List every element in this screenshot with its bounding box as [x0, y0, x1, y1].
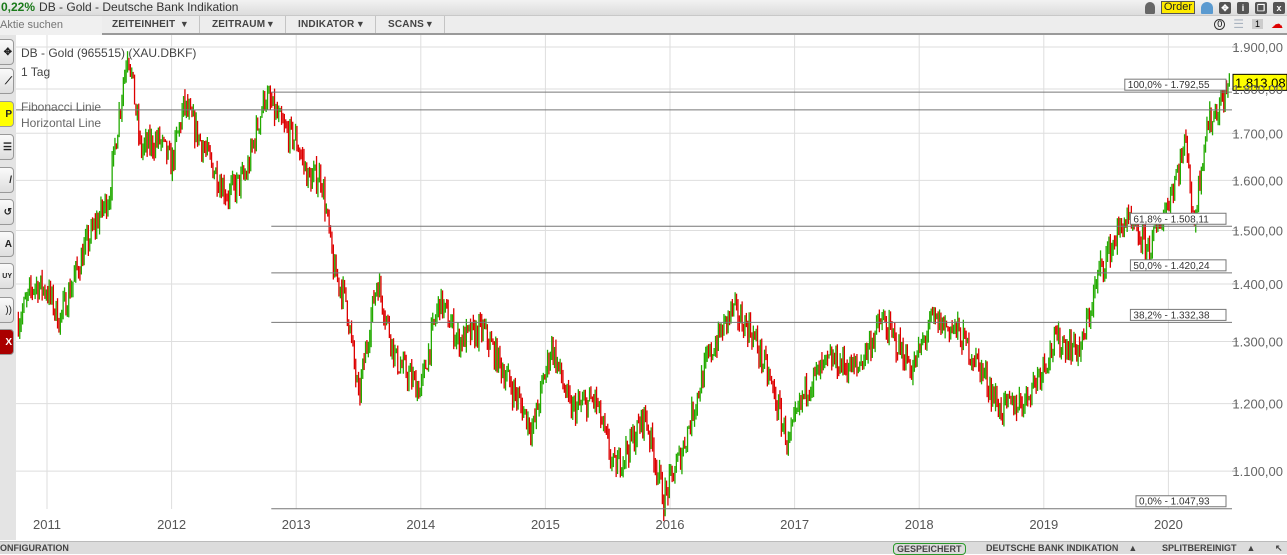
line-tool[interactable]: ⟋ — [0, 68, 14, 94]
window-title: DB - Gold - Deutsche Bank Indikation — [39, 0, 239, 14]
fibonacci-level-label: 100,0% - 1.792,55 — [1128, 80, 1210, 91]
order-button[interactable]: Order — [1160, 1, 1195, 14]
bell-icon[interactable] — [1144, 1, 1155, 14]
y-tick-label: 1.200,00 — [1232, 397, 1283, 412]
delete-tool[interactable]: X — [0, 329, 14, 355]
price-chart[interactable]: 100,0% - 1.792,55 61,8% - 1.508,11 50,0% -… — [16, 35, 1287, 541]
adjust-menu[interactable]: SPLITBEREINIGT ▲ — [1162, 542, 1255, 554]
y-tick-label: 1.500,00 — [1232, 223, 1283, 238]
undo-tool[interactable]: ↺ — [0, 199, 14, 225]
buy-sell-tool[interactable]: UY — [0, 263, 14, 289]
x-tick-label: 2019 — [1029, 517, 1058, 532]
toolbar: ZEITEINHEIT▼ ZEITRAUM▼ INDIKATOR▼ SCANS▼… — [0, 16, 1287, 35]
y-tick-label: 1.900,00 — [1232, 40, 1283, 55]
chevron-down-icon: ▼ — [424, 19, 434, 29]
close-icon[interactable]: x — [1273, 1, 1285, 14]
fibonacci-level-label: 0,0% - 1.047,93 — [1139, 497, 1210, 508]
y-tick-label: 1.400,00 — [1232, 277, 1283, 292]
x-tick-label: 2016 — [656, 517, 685, 532]
x-tick-label: 2011 — [33, 517, 61, 532]
chevron-up-icon: ▲ — [1128, 543, 1138, 553]
source-label: DEUTSCHE BANK INDIKATION — [986, 543, 1119, 553]
cloud-icon[interactable] — [1201, 1, 1213, 14]
add-list-icon[interactable]: ☰ — [1233, 17, 1244, 31]
move-icon[interactable]: ✥ — [1219, 1, 1231, 14]
change-percent: 0,22% — [1, 0, 36, 14]
fibonacci-level-label: 38,2% - 1.332,38 — [1133, 310, 1210, 321]
menu-label: SCANS — [388, 19, 425, 30]
x-tick-label: 2013 — [282, 517, 311, 532]
source-menu[interactable]: DEUTSCHE BANK INDIKATION ▲ — [986, 542, 1137, 554]
menu-indikator[interactable]: INDIKATOR ▼ — [286, 16, 376, 33]
x-tick-label: 2012 — [157, 517, 186, 532]
menu-label: ZEITRAUM — [212, 19, 266, 30]
period-label: 1 Tag — [21, 65, 51, 79]
y-tick-label: 1.300,00 — [1232, 334, 1283, 349]
status-bar: ONFIGURATION GESPEICHERT DEUTSCHE BANK I… — [0, 541, 1287, 555]
adjust-label: SPLITBEREINIGT — [1162, 543, 1237, 553]
y-tick-label: 1.800,00 — [1232, 82, 1283, 97]
trendline-tool[interactable]: / — [0, 167, 14, 193]
menu-scans[interactable]: SCANS ▼ — [376, 16, 445, 33]
info-icon[interactable]: i — [1237, 1, 1249, 14]
restore-icon[interactable]: ❐ — [1255, 1, 1267, 14]
fib-levels-tool[interactable]: ☰ — [0, 134, 14, 160]
crosshair-tool[interactable]: ✥ — [0, 39, 14, 65]
drawing-fibonacci-label[interactable]: Fibonacci Linie — [21, 100, 101, 114]
tab-count[interactable]: 1 — [1251, 19, 1263, 29]
alert-count[interactable]: 0 — [1214, 18, 1226, 30]
instrument-name: DB - Gold (965515) (XAU.DBKF) — [21, 46, 197, 60]
menu-label: ZEITEINHEIT — [112, 19, 176, 30]
saved-badge: GESPEICHERT — [893, 543, 966, 555]
fibonacci-level-label: 50,0% - 1.420,24 — [1133, 261, 1210, 272]
drawing-tools: ✥ ⟋ P ☰ / ↺ A UY )) X — [0, 35, 16, 540]
sound-tool[interactable]: )) — [0, 297, 14, 323]
chevron-up-icon: ▲ — [1246, 543, 1256, 553]
cloud-alert-icon[interactable]: ☁ — [1271, 17, 1283, 31]
search-input[interactable] — [0, 16, 102, 35]
configuration-button[interactable]: ONFIGURATION — [0, 542, 69, 554]
fibonacci-tool[interactable]: P — [0, 101, 14, 127]
chevron-down-icon: ▼ — [355, 19, 365, 29]
x-tick-label: 2017 — [780, 517, 809, 532]
chevron-down-icon: ▼ — [179, 19, 189, 29]
x-tick-label: 2018 — [905, 517, 934, 532]
menu-zeitraum[interactable]: ZEITRAUM ▼ — [200, 16, 286, 33]
expand-icon[interactable]: ↖ — [1275, 542, 1283, 554]
x-tick-label: 2014 — [406, 517, 435, 532]
title-bar: 0,22% DB - Gold - Deutsche Bank Indikatio… — [0, 0, 1287, 16]
x-tick-label: 2015 — [531, 517, 560, 532]
text-tool[interactable]: A — [0, 231, 14, 257]
y-tick-label: 1.100,00 — [1232, 464, 1283, 479]
drawing-horizontal-label[interactable]: Horizontal Line — [21, 116, 101, 130]
menu-zeiteinheit[interactable]: ZEITEINHEIT ▼ — [100, 16, 200, 33]
chevron-down-icon: ▼ — [265, 19, 275, 29]
y-tick-label: 1.600,00 — [1232, 173, 1283, 188]
y-tick-label: 1.700,00 — [1232, 126, 1283, 141]
fibonacci-level-label: 61,8% - 1.508,11 — [1133, 214, 1209, 225]
x-tick-label: 2020 — [1154, 517, 1183, 532]
menu-label: INDIKATOR — [298, 19, 355, 30]
